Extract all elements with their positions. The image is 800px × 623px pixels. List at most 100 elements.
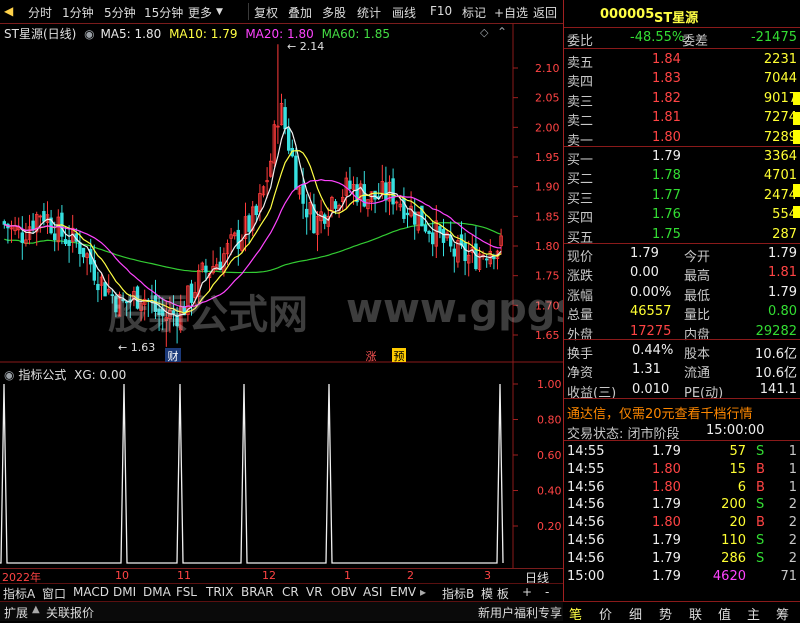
fundamental-label-2: 流通	[684, 366, 711, 382]
tab-dma[interactable]: DMA	[143, 585, 171, 599]
rtab-value[interactable]: 值	[718, 604, 731, 623]
toolbar-5min[interactable]: 5分钟	[104, 4, 136, 21]
quote-stat-row: 现价 1.79 今开 1.79	[564, 244, 800, 265]
candle-body	[463, 242, 467, 262]
status-extend[interactable]: 扩展	[4, 604, 28, 621]
tick-count: 1	[788, 444, 797, 459]
quote-value-2: 0.80	[768, 304, 797, 320]
more-dropdown-icon[interactable]: ▼	[216, 7, 223, 17]
indicator-value: XG: 0.00	[74, 368, 127, 382]
candle-body	[294, 155, 298, 190]
marker-finance[interactable]: 财	[165, 348, 181, 363]
tick-count: 71	[780, 568, 797, 584]
toolbar-overlay[interactable]: 叠加	[288, 4, 312, 21]
fundamental-value: 1.31	[632, 362, 661, 378]
tab-asi[interactable]: ASI	[363, 585, 382, 599]
fundamental-value-2: 10.6亿	[755, 347, 797, 362]
rtab-trades[interactable]: 笔	[569, 604, 582, 623]
fundamental-row: 收益(三) 0.010 PE(动) 141.1	[564, 380, 800, 401]
tab-fsl[interactable]: FSL	[176, 585, 197, 599]
tab-more-icon[interactable]: ▸	[420, 585, 426, 599]
toolbar-15min[interactable]: 15分钟	[144, 4, 183, 21]
weibi-row: 委比 -48.55% 委差 -21475	[564, 28, 800, 49]
indicator-tick-label: 0.80	[537, 414, 562, 427]
indicator-chart[interactable]: 1.00 0.80 0.60 0.40 0.20	[0, 363, 563, 568]
candle-body	[63, 239, 68, 245]
ma20-label: MA20: 1.80	[245, 27, 314, 41]
rtab-chips[interactable]: 筹	[776, 604, 789, 623]
tick-count: 2	[788, 550, 797, 566]
tick-side: S	[756, 533, 765, 548]
tab-zoom-out[interactable]: -	[545, 585, 549, 599]
ask-price: 1.82	[652, 90, 681, 106]
bid-level-row: 买二 1.78 4701	[564, 166, 800, 187]
toolbar-add-watchlist[interactable]: +自选	[494, 4, 528, 21]
toolbar-f10[interactable]: F10	[430, 4, 452, 18]
quote-value-2: 29282	[755, 323, 797, 339]
marker-forecast[interactable]: 预	[392, 348, 406, 363]
rtab-detail[interactable]: 细	[629, 604, 642, 623]
status-related-quote[interactable]: 关联报价	[46, 604, 94, 621]
candle-body	[286, 128, 291, 151]
candle-body	[301, 184, 305, 204]
tick-price: 1.79	[652, 533, 681, 548]
toolbar-1min[interactable]: 1分钟	[62, 4, 94, 21]
weicha-label: 委差	[682, 34, 709, 49]
expand-up-icon[interactable]: ⌃	[497, 25, 507, 39]
tab-vr[interactable]: VR	[306, 585, 323, 599]
tab-indicator-a[interactable]: 指标A	[3, 585, 35, 602]
tab-cr[interactable]: CR	[282, 585, 299, 599]
rtab-price[interactable]: 价	[599, 604, 612, 623]
toolbar-mark[interactable]: 标记	[462, 4, 486, 21]
date-label-oct: 10	[115, 569, 129, 582]
toolbar-more[interactable]: 更多	[188, 4, 212, 21]
marker-limit-up[interactable]: 涨	[364, 348, 378, 363]
tick-time: 14:55	[567, 461, 605, 477]
tab-zoom-in[interactable]: +	[522, 585, 532, 599]
ask-volume: 2231	[763, 52, 797, 67]
tab-emv[interactable]: EMV	[390, 585, 416, 599]
bid-volume: 3364	[763, 149, 797, 164]
chart-legend: ST星源(日线) ◉ MA5: 1.80 MA10: 1.79 MA20: 1.…	[4, 25, 390, 42]
price-tick-label: 2.00	[535, 121, 560, 134]
tab-obv[interactable]: OBV	[331, 585, 357, 599]
diamond-icon[interactable]: ◇	[480, 26, 488, 39]
toolbar-back[interactable]: 返回	[533, 4, 557, 21]
ask-level-row: 卖二 1.81 7274	[564, 108, 800, 129]
price-tick-label: 1.95	[535, 151, 560, 164]
rtab-linked[interactable]: 联	[689, 604, 702, 623]
toolbar-intraday[interactable]: 分时	[28, 4, 52, 21]
tab-trix[interactable]: TRIX	[206, 585, 233, 599]
candle-body	[430, 232, 435, 245]
fundamental-row: 换手 0.44% 股本 10.6亿	[564, 341, 800, 362]
indicator-legend: ◉ 指标公式 XG: 0.00	[4, 366, 126, 383]
toolbar-collapse-icon[interactable]: ◀	[4, 4, 13, 18]
candle-body	[103, 282, 107, 297]
rtab-trend[interactable]: 势	[659, 604, 672, 623]
tab-dmi[interactable]: DMI	[113, 585, 136, 599]
ask-level-row: 卖一 1.80 7289	[564, 128, 800, 149]
rtab-main[interactable]: 主	[747, 604, 760, 623]
toolbar-draw[interactable]: 画线	[392, 4, 416, 21]
quote-panel: 000005 ST星源 委比 -48.55% 委差 -21475 卖五 1.84 2…	[563, 0, 800, 620]
indicator-settings-icon[interactable]: ◉	[4, 368, 14, 382]
tab-macd[interactable]: MACD	[73, 585, 109, 599]
quote-label: 现价	[567, 250, 594, 265]
promo-text[interactable]: 通达信，仅需20元查看千档行情	[567, 403, 753, 422]
promo-row[interactable]: 通达信，仅需20元查看千档行情	[564, 401, 800, 422]
fundamental-label: 换手	[567, 347, 594, 362]
tab-brar[interactable]: BRAR	[241, 585, 274, 599]
candle-body	[204, 265, 208, 273]
tab-window[interactable]: 窗口	[42, 585, 66, 602]
status-new-user[interactable]: 新用户福利专享	[478, 604, 562, 621]
fundamental-row: 净资 1.31 流通 10.6亿	[564, 360, 800, 382]
candle-body	[427, 231, 431, 234]
toolbar-stats[interactable]: 统计	[357, 4, 381, 21]
ma-settings-icon[interactable]: ◉	[84, 27, 94, 41]
candle-body	[78, 242, 82, 255]
tab-template[interactable]: 模 板	[481, 585, 509, 602]
low-annotation: ← 1.63	[118, 341, 156, 354]
tab-indicator-b[interactable]: 指标B	[442, 585, 474, 602]
toolbar-restore-rights[interactable]: 复权	[254, 4, 278, 21]
toolbar-multi-stock[interactable]: 多股	[322, 4, 346, 21]
